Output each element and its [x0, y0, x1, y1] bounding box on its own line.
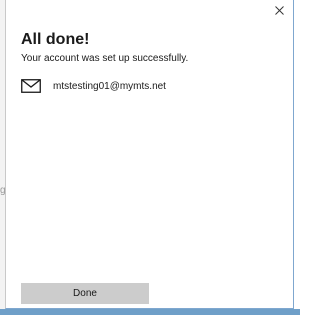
account-email: mtstesting01@mymts.net [53, 80, 166, 92]
account-row: mtstesting01@mymts.net [21, 78, 166, 94]
dialog-subtitle: Your account was set up successfully. [21, 53, 189, 64]
envelope-icon [21, 79, 41, 93]
dialog-title: All done! [21, 31, 90, 48]
close-button[interactable] [271, 2, 287, 18]
done-button[interactable]: Done [21, 283, 149, 304]
desktop-background: g All done! Your account was set up succ… [0, 0, 300, 315]
close-icon [274, 5, 284, 15]
taskbar-edge [0, 309, 300, 315]
account-setup-dialog: All done! Your account was set up succes… [5, 0, 294, 309]
